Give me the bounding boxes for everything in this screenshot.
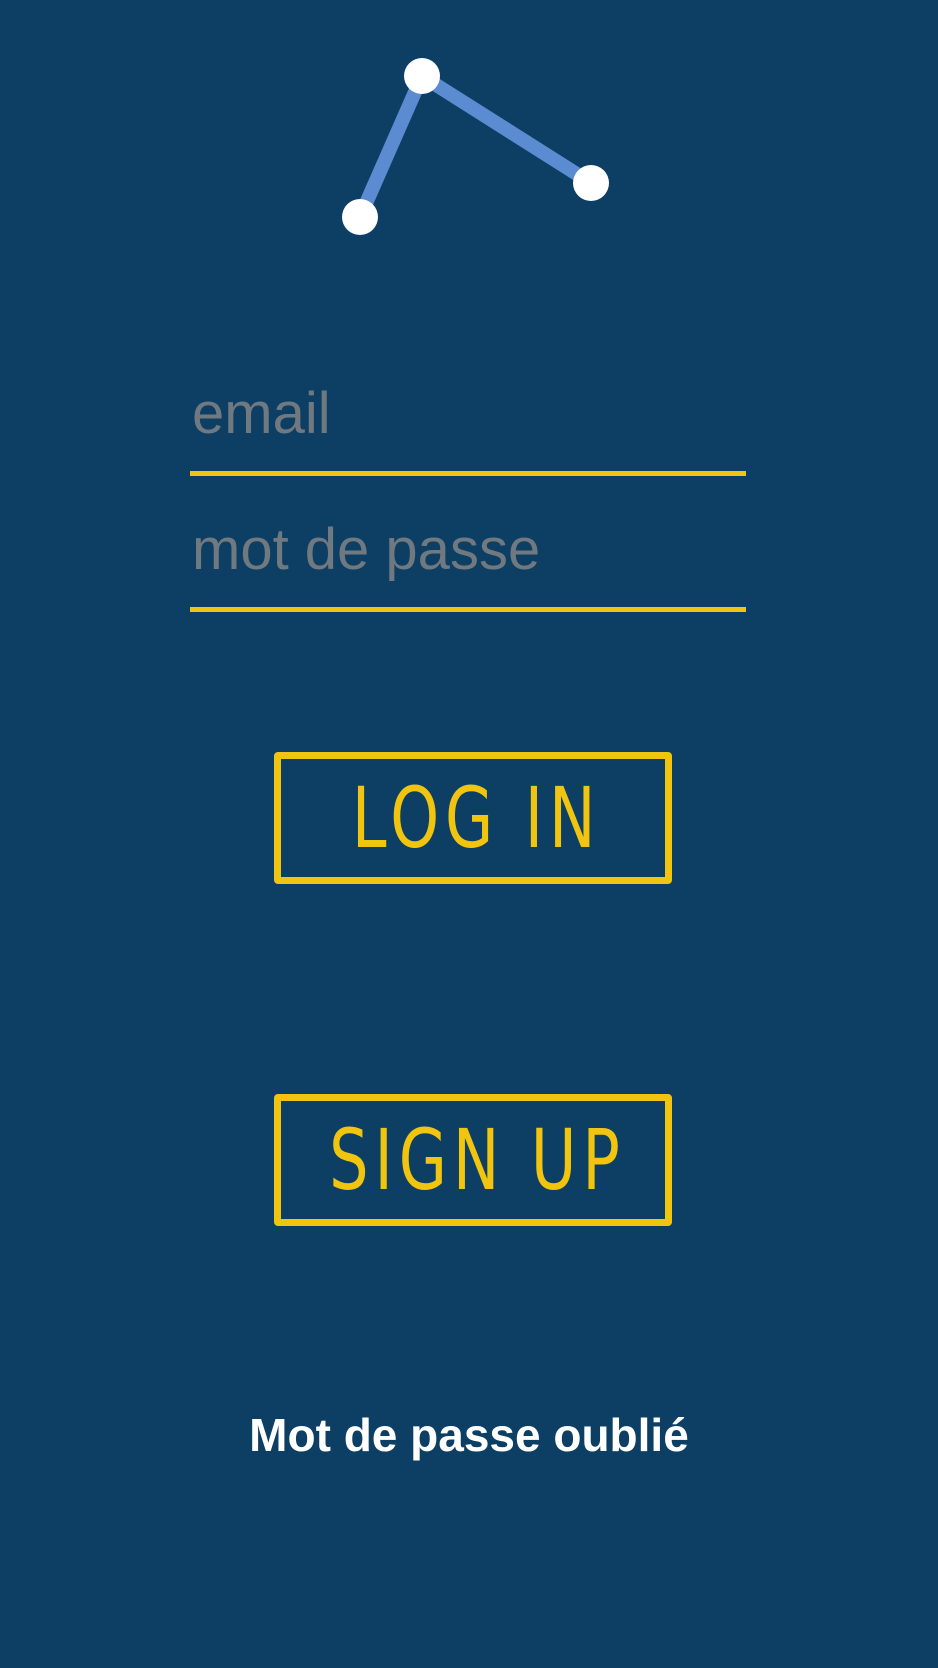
password-field-wrapper	[190, 508, 748, 612]
logo-connector-line	[353, 69, 598, 224]
app-logo-icon	[342, 58, 609, 235]
login-button-label: LOG IN	[352, 769, 602, 867]
signup-button[interactable]: SIGN UP	[274, 1094, 672, 1226]
login-button[interactable]: LOG IN	[274, 752, 672, 884]
email-input[interactable]	[190, 373, 748, 453]
logo-node-right	[573, 165, 609, 201]
forgot-password-link[interactable]: Mot de passe oublié	[0, 1408, 938, 1462]
email-field-wrapper	[190, 372, 748, 476]
signup-button-label: SIGN UP	[328, 1111, 626, 1209]
logo-node-top	[404, 58, 440, 94]
password-input[interactable]	[190, 509, 748, 589]
logo-node-left	[342, 199, 378, 235]
